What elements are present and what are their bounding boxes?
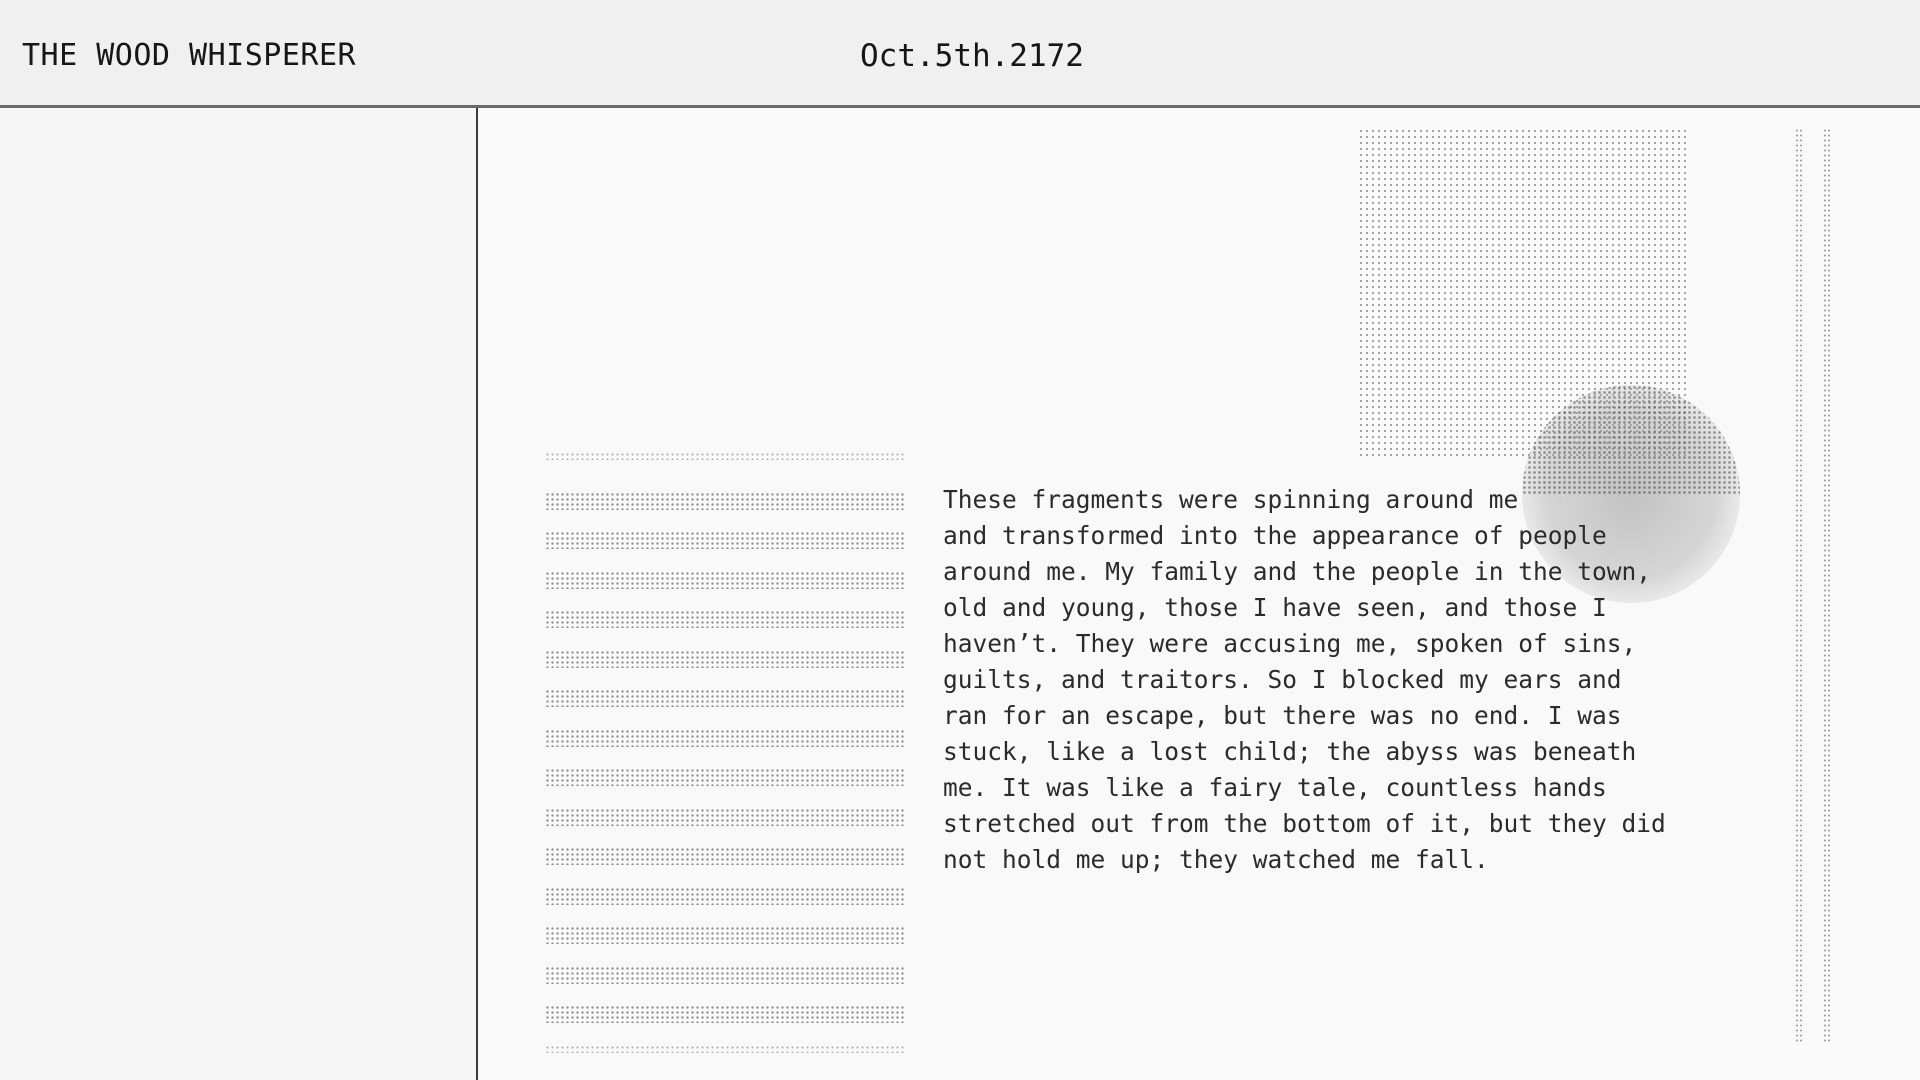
halftone-stripe (545, 491, 905, 510)
halftone-stripe (545, 926, 905, 944)
halftone-stripe (545, 965, 905, 984)
story-line: stretched out from the bottom of it, but… (943, 809, 1666, 838)
dotted-vertical-line (1823, 128, 1831, 1043)
story-line: me. It was like a fairy tale, countless … (943, 773, 1607, 802)
app-title: THE WOOD WHISPERER (22, 38, 357, 73)
story-line: around me. My family and the people in t… (943, 557, 1652, 586)
story-line: and transformed into the appearance of p… (943, 521, 1607, 550)
story-line: haven’t. They were accusing me, spoken o… (943, 629, 1637, 658)
halftone-stripe (545, 531, 905, 549)
halftone-stripe (545, 570, 905, 589)
halftone-stripe (545, 807, 905, 826)
halftone-stripe (545, 1044, 905, 1053)
halftone-stripe (545, 886, 905, 905)
top-bar: THE WOOD WHISPERER Oct.5th.2172 (0, 0, 1920, 108)
story-line: ran for an escape, but there was no end.… (943, 701, 1622, 730)
story-line: These fragments were spinning around me (943, 485, 1519, 514)
halftone-stripes-decoration (545, 452, 905, 1053)
story-text: These fragments were spinning around me a… (943, 482, 1703, 878)
halftone-stripe (545, 847, 905, 865)
date-label: Oct.5th.2172 (860, 38, 1084, 74)
story-line: not hold me up; they watched me fall. (943, 845, 1489, 874)
halftone-stripe (545, 768, 905, 786)
story-line: stuck, like a lost child; the abyss was … (943, 737, 1637, 766)
halftone-stripe (545, 728, 905, 747)
halftone-stripe (545, 452, 905, 460)
story-line: old and young, those I have seen, and th… (943, 593, 1607, 622)
halftone-stripe (545, 649, 905, 668)
halftone-stripe (545, 1005, 905, 1023)
halftone-stripe (545, 610, 905, 628)
story-line: guilts, and traitors. So I blocked my ea… (943, 665, 1622, 694)
dotted-vertical-line (1795, 128, 1803, 1043)
sidebar-panel (0, 108, 478, 1080)
halftone-stripe (545, 689, 905, 707)
